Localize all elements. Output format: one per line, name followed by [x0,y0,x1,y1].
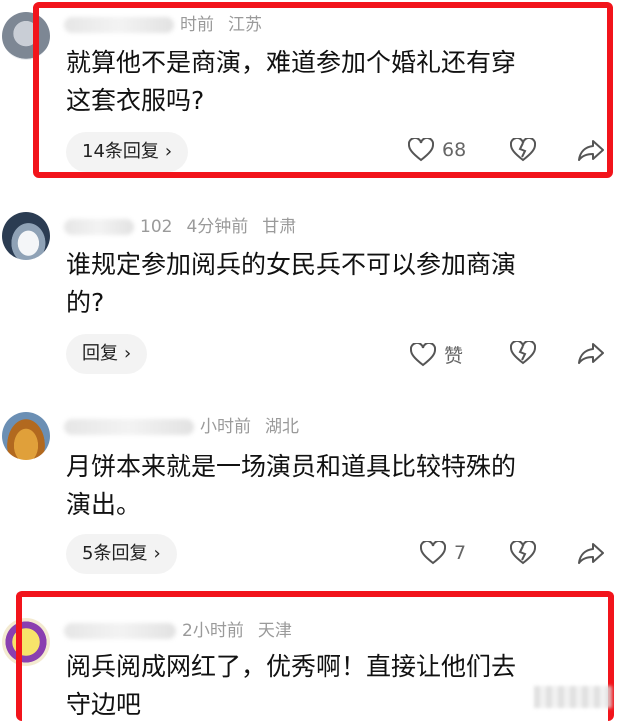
watermark [534,686,612,708]
replies-button[interactable]: 5条回复 › [66,534,177,574]
comment-text-line: 的? [66,288,105,317]
comment-meta: 小时前 湖北 [64,412,299,437]
comment-text-line: 月饼本来就是一场演员和道具比较特殊的 [66,452,517,481]
like-button[interactable]: 7 [420,541,466,565]
highlight-box [33,2,613,178]
like-label: 赞 [444,345,464,367]
chevron-right-icon: › [124,343,132,364]
replies-label: 5条回复 [82,543,148,564]
comment-time: 4分钟前 [186,217,249,237]
like-count: 7 [454,542,467,564]
comment-item: 102 4分钟前 甘肃 谁规定参加阅兵的女民兵不可以参加商演 的? 回复 › 赞 [0,200,618,390]
reply-button[interactable]: 回复 › [66,334,148,374]
broken-heart-icon [510,341,536,365]
comment-item: 小时前 湖北 月饼本来就是一场演员和道具比较特殊的 演出。 5条回复 › 7 [0,400,618,590]
comment-time: 小时前 [200,417,251,437]
avatar[interactable] [2,412,50,460]
comment-text: 月饼本来就是一场演员和道具比较特殊的 演出。 [66,448,596,524]
dislike-button[interactable] [510,541,536,565]
username-blurred[interactable] [64,219,134,235]
avatar[interactable] [2,212,50,260]
like-button[interactable]: 赞 [410,341,463,368]
heart-outline-icon [410,342,436,366]
comment-location: 甘肃 [262,217,297,237]
reply-label: 回复 [82,343,118,364]
username-blurred[interactable] [64,419,194,435]
comment-text: 谁规定参加阅兵的女民兵不可以参加商演 的? [66,246,596,322]
share-arrow-icon [578,343,604,364]
share-button[interactable] [578,541,604,565]
comment-meta: 102 4分钟前 甘肃 [64,212,296,237]
broken-heart-icon [510,541,536,565]
dislike-button[interactable] [510,341,536,365]
highlight-box [16,591,614,721]
comment-text-line: 谁规定参加阅兵的女民兵不可以参加商演 [66,250,517,279]
share-arrow-icon [578,543,604,564]
comment-location: 湖北 [265,417,299,437]
username-suffix: 102 [140,217,173,237]
share-button[interactable] [578,341,604,365]
chevron-right-icon: › [153,543,161,564]
comment-text-line: 演出。 [66,490,142,519]
heart-outline-icon [420,541,446,565]
